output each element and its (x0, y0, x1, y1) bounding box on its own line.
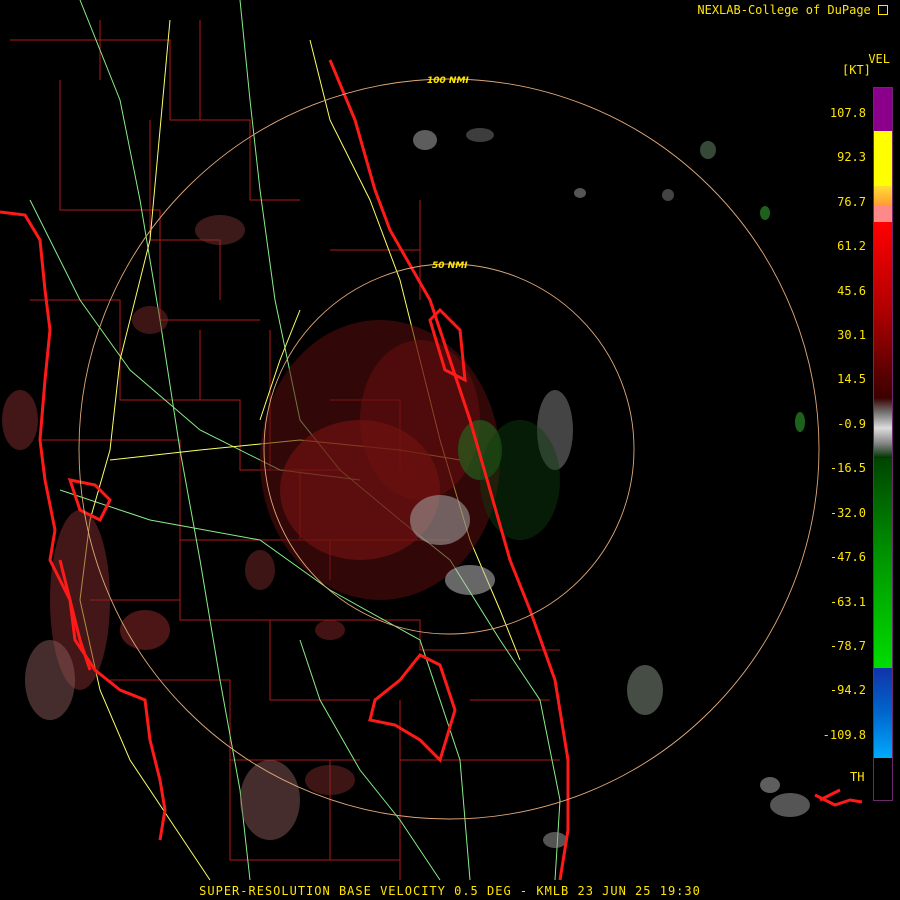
credit-label: NEXLAB-College of DuPage (697, 3, 888, 17)
scale-tick: -63.1 (829, 595, 866, 609)
range-ring-100-label: 100 NMI (427, 76, 469, 86)
scale-tick: 92.3 (837, 150, 866, 164)
link-icon[interactable] (878, 5, 888, 15)
threshold-label: TH (850, 770, 865, 784)
scale-seg-pink (874, 206, 892, 222)
product-description: SUPER-RESOLUTION BASE VELOCITY 0.5 DEG -… (199, 884, 701, 898)
scale-tick: 61.2 (837, 239, 866, 253)
scale-tick: 76.7 (837, 195, 866, 209)
scale-seg-gray (874, 398, 892, 458)
scale-tick: 30.1 (837, 328, 866, 342)
scale-seg-blue (874, 668, 892, 758)
scale-tick: -78.7 (829, 639, 866, 653)
scale-tick: -16.5 (829, 461, 866, 475)
scale-tick: -109.8 (822, 728, 866, 742)
product-label: VEL (868, 52, 890, 66)
velocity-color-scale (873, 87, 893, 801)
credit-text: NEXLAB-College of DuPage (697, 3, 871, 17)
scale-tick: 14.5 (837, 372, 866, 386)
scale-tick: -32.0 (829, 506, 866, 520)
scale-tick: -94.2 (829, 683, 866, 697)
scale-seg-yellow (874, 131, 892, 186)
scale-seg-purple (874, 88, 892, 131)
scale-tick: 45.6 (837, 284, 866, 298)
radar-map: 50 NMI 100 NMI (0, 0, 863, 881)
scale-seg-orange (874, 186, 892, 206)
scale-seg-green (874, 458, 892, 668)
scale-seg-black (874, 758, 892, 800)
scale-seg-red (874, 222, 892, 398)
scale-tick: 107.8 (829, 106, 866, 120)
range-ring-50-label: 50 NMI (432, 261, 468, 271)
scale-tick: -0.9 (837, 417, 866, 431)
scale-tick: -47.6 (829, 550, 866, 564)
radar-returns (2, 128, 810, 848)
unit-label: [KT] (842, 63, 871, 77)
